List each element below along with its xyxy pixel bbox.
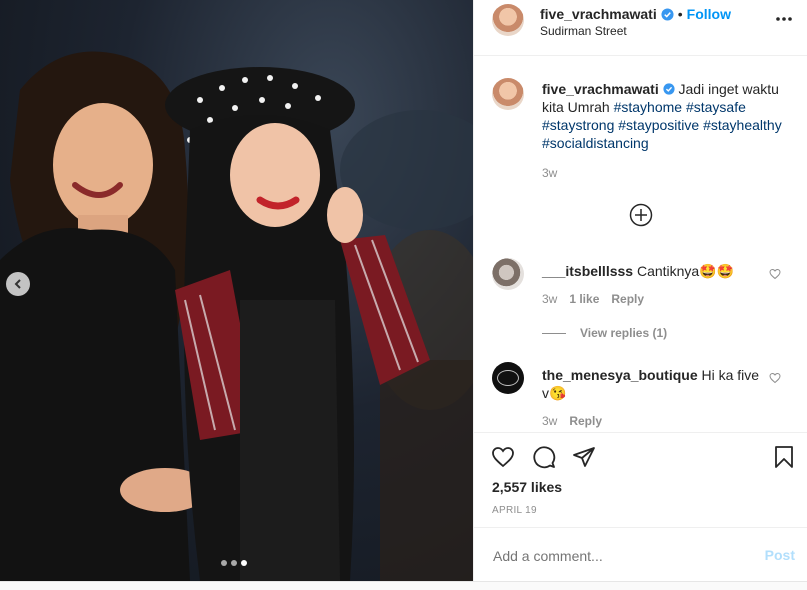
boutique-logo [497,370,519,386]
replies-line [542,332,566,334]
carousel-dot [231,560,237,566]
caption-timestamp[interactable]: 3w [542,166,557,180]
hashtag-link[interactable]: #stayhome [614,99,682,115]
hashtag-link[interactable]: #staystrong [542,117,614,133]
post-comment-button[interactable]: Post [765,547,795,563]
likes-count[interactable]: 2,557 likes [492,479,562,495]
comment-text: Cantiknya🤩🤩 [636,263,735,279]
hashtag-link[interactable]: #staysafe [686,99,746,115]
comment-username[interactable]: ___itsbelllsss [542,263,633,279]
verified-badge-icon [663,83,675,95]
verified-badge-icon [661,7,674,21]
post-date[interactable]: APRIL 19 [492,505,537,516]
heart-icon[interactable] [491,445,515,469]
comment-input[interactable] [491,544,745,568]
carousel-prev-button[interactable] [6,272,30,296]
load-more-comments-icon[interactable] [629,203,653,227]
hashtag-link[interactable]: #stayhealthy [703,117,782,133]
comment-composer: Post [474,527,807,582]
post-header: five_vrachmawati • Follow Sudirman Stree… [474,0,807,56]
comment-timestamp[interactable]: 3w [542,292,557,306]
comment-username[interactable]: the_menesya_boutique [542,367,698,383]
reply-button[interactable]: Reply [611,292,644,306]
post-side-panel: five_vrachmawati • Follow Sudirman Stree… [473,0,807,581]
carousel-prev-icon [14,279,21,289]
comment: the_menesya_boutique Hi ka five v😘 [542,366,762,402]
comment-icon[interactable] [532,445,556,469]
carousel-dot [221,560,227,566]
hashtag-link[interactable]: #socialdistancing [542,135,649,151]
caption-avatar[interactable] [492,78,524,110]
action-bar [474,432,807,478]
bookmark-icon[interactable] [772,445,796,469]
comment-avatar[interactable] [492,362,524,394]
header-separator: • [677,6,683,22]
carousel-dot-active [241,560,247,566]
view-replies-label: View replies (1) [580,326,668,340]
share-icon[interactable] [572,445,596,469]
photo-illustration [0,51,473,581]
author-avatar[interactable] [492,4,524,36]
view-replies-button[interactable]: View replies (1) [542,326,667,340]
comment-like-icon[interactable] [769,372,781,384]
caption: five_vrachmawati Jadi inget waktu kita U… [542,80,792,152]
post-location[interactable]: Sudirman Street [540,24,627,38]
more-options-icon[interactable] [776,17,792,21]
hashtag-link[interactable]: #staypositive [618,117,699,133]
carousel-indicator [221,560,247,566]
comment-timestamp[interactable]: 3w [542,414,557,428]
comment-avatar[interactable] [492,258,524,290]
post-photo[interactable] [0,0,473,581]
reply-button[interactable]: Reply [569,414,602,428]
caption-username[interactable]: five_vrachmawati [542,81,659,97]
follow-button[interactable]: Follow [687,6,731,22]
author-username[interactable]: five_vrachmawati [540,6,657,22]
comment: ___itsbelllsss Cantiknya🤩🤩 [542,262,762,280]
comment-likes[interactable]: 1 like [569,292,599,306]
comment-like-icon[interactable] [769,268,781,280]
